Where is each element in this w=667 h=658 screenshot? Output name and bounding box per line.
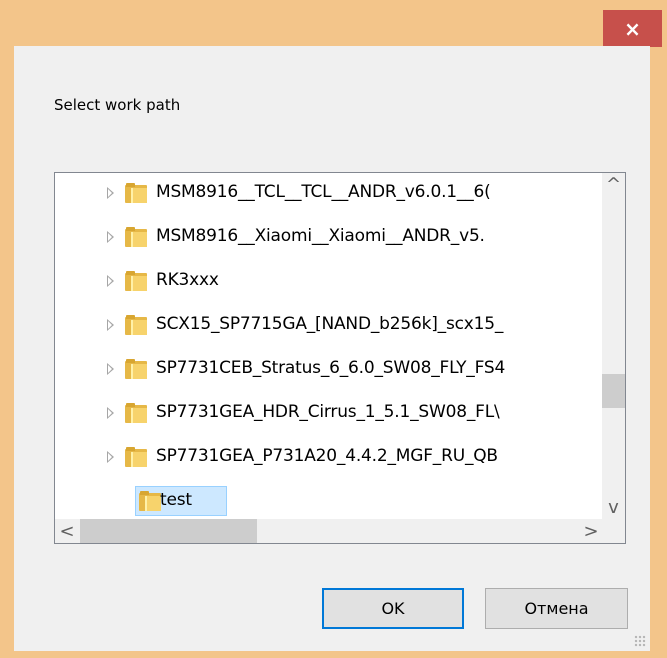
folder-icon [125, 315, 149, 336]
title-bar[interactable]: × [0, 0, 667, 47]
close-button[interactable]: × [603, 10, 662, 47]
folder-tree-items: MSM8916__TCL__TCL__ANDR_v6.0.1__6( MSM89… [55, 173, 603, 519]
chevron-right-icon[interactable] [107, 451, 114, 463]
vertical-scrollbar[interactable]: ^ v [602, 173, 625, 519]
folder-icon [125, 271, 149, 292]
folder-icon [125, 403, 149, 424]
scroll-up-button[interactable]: ^ [602, 173, 625, 196]
folder-icon [125, 227, 149, 248]
chevron-right-icon: > [583, 520, 599, 542]
chevron-right-icon[interactable] [107, 363, 114, 375]
tree-item-label: RK3xxx [156, 270, 219, 290]
chevron-left-icon: < [59, 520, 75, 542]
scrollbar-corner [602, 519, 625, 543]
tree-item-test-selected[interactable]: test [135, 486, 227, 516]
dialog-content: Select work path MSM8916__TCL__TCL__ANDR… [14, 46, 650, 651]
chevron-right-icon[interactable] [107, 231, 114, 243]
scroll-right-button[interactable]: > [579, 519, 603, 543]
tree-item-sp7731ceb[interactable]: SP7731CEB_Stratus_6_6.0_SW08_FLY_FS4 [55, 352, 603, 386]
folder-icon [125, 183, 149, 204]
scroll-down-button[interactable]: v [602, 496, 625, 519]
folder-tree[interactable]: MSM8916__TCL__TCL__ANDR_v6.0.1__6( MSM89… [54, 172, 626, 544]
selected-tree-item-label: test [160, 490, 192, 510]
dialog-window: × Select work path MSM8916__TCL__TCL__AN… [0, 0, 667, 658]
chevron-right-icon[interactable] [107, 187, 114, 199]
tree-item-label: SP7731GEA_HDR_Cirrus_1_5.1_SW08_FL\ [156, 402, 500, 422]
close-icon: × [624, 16, 641, 41]
chevron-right-icon[interactable] [107, 319, 114, 331]
tree-item-sp7731gea-p731a20[interactable]: SP7731GEA_P731A20_4.4.2_MGF_RU_QB [55, 440, 603, 474]
folder-icon [125, 359, 149, 380]
tree-item-scx15[interactable]: SCX15_SP7715GA_[NAND_b256k]_scx15_ [55, 308, 603, 342]
resize-grip-icon[interactable] [634, 635, 646, 647]
scroll-left-button[interactable]: < [55, 519, 79, 543]
tree-item-label: SP7731GEA_P731A20_4.4.2_MGF_RU_QB [156, 446, 498, 466]
tree-item-msm8916-tcl[interactable]: MSM8916__TCL__TCL__ANDR_v6.0.1__6( [55, 176, 603, 210]
tree-item-label: SP7731CEB_Stratus_6_6.0_SW08_FLY_FS4 [156, 358, 506, 378]
chevron-right-icon[interactable] [107, 275, 114, 287]
ok-button[interactable]: OK [322, 588, 464, 629]
chevron-up-icon: ^ [605, 174, 622, 195]
cancel-button[interactable]: Отмена [485, 588, 628, 629]
horizontal-scroll-thumb[interactable] [80, 519, 257, 543]
dialog-prompt: Select work path [54, 96, 181, 114]
tree-item-rk3xxx[interactable]: RK3xxx [55, 264, 603, 298]
tree-item-msm8916-xiaomi[interactable]: MSM8916__Xiaomi__Xiaomi__ANDR_v5. [55, 220, 603, 254]
tree-item-label: MSM8916__TCL__TCL__ANDR_v6.0.1__6( [156, 182, 491, 202]
folder-icon [125, 447, 149, 468]
chevron-right-icon[interactable] [107, 407, 114, 419]
vertical-scroll-thumb[interactable] [602, 374, 625, 408]
tree-item-label: MSM8916__Xiaomi__Xiaomi__ANDR_v5. [156, 226, 485, 246]
tree-item-sp7731gea-hdr[interactable]: SP7731GEA_HDR_Cirrus_1_5.1_SW08_FL\ [55, 396, 603, 430]
tree-item-label: SCX15_SP7715GA_[NAND_b256k]_scx15_ [156, 314, 504, 334]
chevron-down-icon: v [608, 497, 619, 518]
horizontal-scrollbar[interactable]: < > [55, 519, 603, 543]
